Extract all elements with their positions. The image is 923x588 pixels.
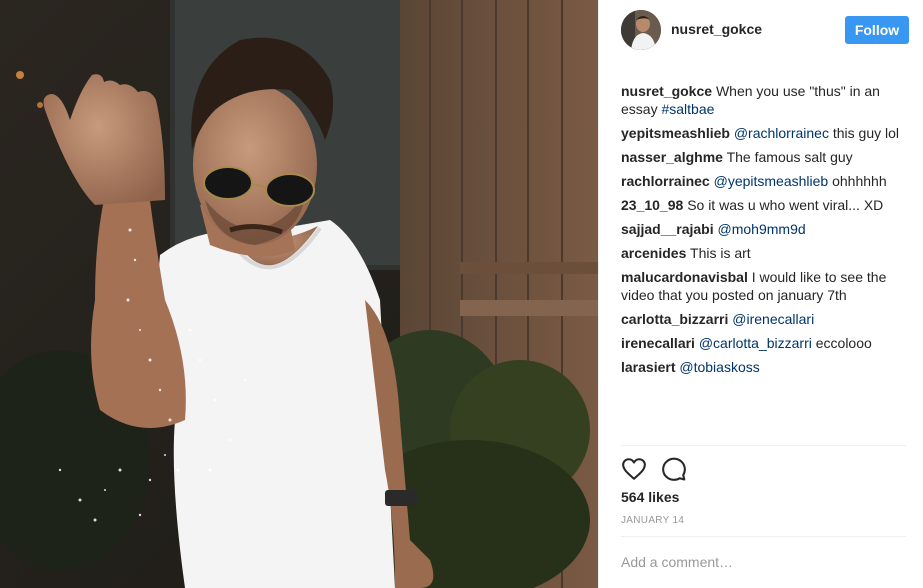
comment-username[interactable]: larasiert: [621, 359, 675, 375]
comment-text: The famous salt guy: [726, 149, 853, 165]
comment-item: carlotta_bizzarri @irenecallari: [621, 310, 909, 328]
comment-item: rachlorrainec @yepitsmeashlieb ohhhhhh: [621, 172, 909, 190]
salt-bae-photo: [0, 0, 598, 588]
follow-button[interactable]: Follow: [845, 16, 909, 44]
comment-item: sajjad__rajabi @moh9mm9d: [621, 220, 909, 238]
comment-username[interactable]: yepitsmeashlieb: [621, 125, 730, 141]
comment-mention[interactable]: @carlotta_bizzarri: [699, 335, 812, 351]
comment-item: yepitsmeashlieb @rachlorrainec this guy …: [621, 124, 909, 142]
comment-text: eccolooo: [811, 335, 872, 351]
add-comment-divider: [621, 536, 906, 537]
comment-mention[interactable]: @irenecallari: [732, 311, 814, 327]
comment-mention[interactable]: @tobiaskoss: [679, 359, 759, 375]
post-photo[interactable]: [0, 0, 598, 588]
comment-username[interactable]: carlotta_bizzarri: [621, 311, 728, 327]
avatar-image: [621, 10, 661, 50]
comment-list: nusret_gokce When you use "thus" in an e…: [621, 82, 909, 382]
comment-item: nusret_gokce When you use "thus" in an e…: [621, 82, 909, 118]
post-date[interactable]: JANUARY 14: [621, 515, 684, 526]
comment-hashtag[interactable]: #saltbae: [661, 101, 714, 117]
comment-item: 23_10_98 So it was u who went viral... X…: [621, 196, 909, 214]
instagram-post: nusret_gokce Follow nusret_gokce When yo…: [0, 0, 923, 588]
comment-text: ohhhhhh: [828, 173, 887, 189]
comment-username[interactable]: nusret_gokce: [621, 83, 712, 99]
comment-mention[interactable]: @rachlorrainec: [734, 125, 829, 141]
comment-username[interactable]: nasser_alghme: [621, 149, 723, 165]
avatar[interactable]: [621, 10, 661, 50]
heart-outline-icon[interactable]: [621, 456, 647, 482]
post-header: nusret_gokce Follow: [599, 0, 923, 62]
comment-mention[interactable]: @yepitsmeashlieb: [714, 173, 829, 189]
comment-item: arcenides This is art: [621, 244, 909, 262]
comment-item: irenecallari @carlotta_bizzarri eccolooo: [621, 334, 909, 352]
likes-count[interactable]: 564 likes: [621, 489, 679, 505]
comment-text: this guy lol: [828, 125, 900, 141]
comment-mention[interactable]: @moh9mm9d: [718, 221, 806, 237]
comment-text: So it was u who went viral... XD: [687, 197, 884, 213]
comment-username[interactable]: rachlorrainec: [621, 173, 710, 189]
comment-username[interactable]: sajjad__rajabi: [621, 221, 714, 237]
comment-text: This is art: [690, 245, 751, 261]
add-comment-input[interactable]: [621, 550, 906, 574]
header-username[interactable]: nusret_gokce: [671, 21, 762, 37]
comment-username[interactable]: 23_10_98: [621, 197, 683, 213]
actions-divider: [621, 445, 906, 446]
comment-username[interactable]: malucardonavisbal: [621, 269, 748, 285]
speech-bubble-icon[interactable]: [661, 456, 687, 482]
comment-item: larasiert @tobiaskoss: [621, 358, 909, 376]
comment-username[interactable]: irenecallari: [621, 335, 695, 351]
comment-item: malucardonavisbal I would like to see th…: [621, 268, 909, 304]
comment-item: nasser_alghme The famous salt guy: [621, 148, 909, 166]
post-sidebar: nusret_gokce Follow nusret_gokce When yo…: [599, 0, 923, 588]
comment-username[interactable]: arcenides: [621, 245, 686, 261]
